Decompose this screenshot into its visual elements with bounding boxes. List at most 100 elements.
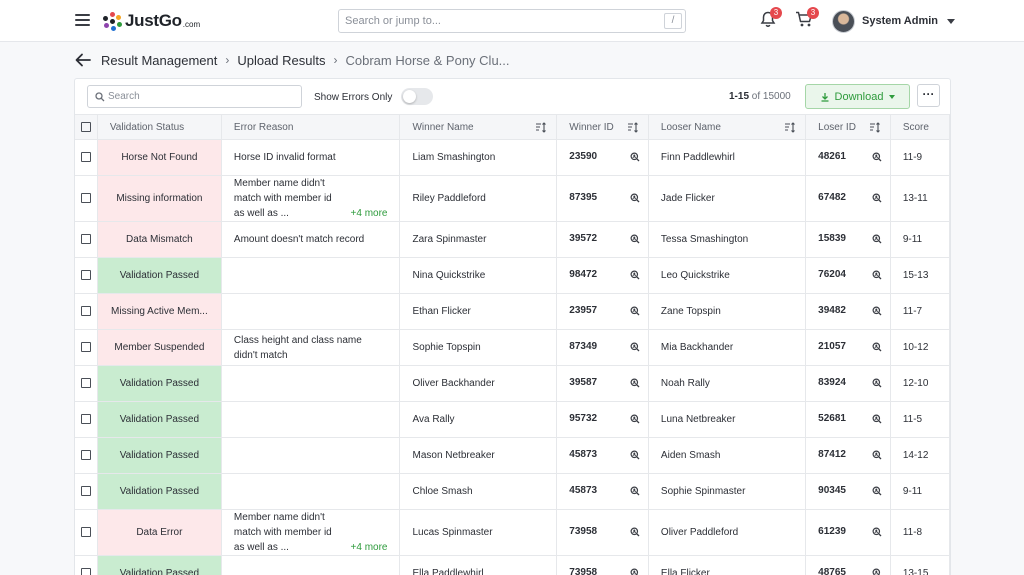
table-search[interactable] <box>87 85 302 108</box>
lookup-icon[interactable] <box>872 234 882 247</box>
winner-name: Ava Rally <box>412 414 455 425</box>
table-row[interactable]: Validation Passed Oliver Backhander 39587 N… <box>75 365 950 402</box>
table-row[interactable]: Missing information Member name didn't ma… <box>75 175 950 222</box>
loser-id: 76204 <box>818 268 846 280</box>
breadcrumb-upload-results[interactable]: Upload Results <box>237 53 325 68</box>
lookup-icon[interactable] <box>630 342 640 355</box>
row-checkbox[interactable] <box>81 414 91 425</box>
column-header[interactable]: Winner Name <box>399 114 558 140</box>
loser-name-cell: Mia Backhander <box>648 329 807 366</box>
loser-name-cell: Ella Flicker <box>648 555 807 575</box>
lookup-icon[interactable] <box>872 450 882 463</box>
show-errors-toggle[interactable] <box>401 88 433 105</box>
winner-name: Liam Smashington <box>412 152 496 163</box>
lookup-icon[interactable] <box>872 193 882 206</box>
lookup-icon[interactable] <box>630 306 640 319</box>
column-header[interactable]: Score <box>890 114 950 140</box>
row-checkbox[interactable] <box>81 568 91 575</box>
lookup-icon[interactable] <box>630 486 640 499</box>
user-menu[interactable]: System Admin <box>832 9 956 33</box>
global-search[interactable]: / <box>338 9 686 33</box>
loser-id: 48261 <box>818 150 846 162</box>
row-checkbox[interactable] <box>81 378 91 389</box>
logo[interactable]: JustGo .com <box>103 10 200 32</box>
winner-id: 23957 <box>569 304 598 316</box>
validation-status: Validation Passed <box>119 378 200 389</box>
sort-icon[interactable] <box>784 122 796 133</box>
row-checkbox[interactable] <box>81 527 91 538</box>
sort-icon[interactable] <box>627 122 639 133</box>
lookup-icon[interactable] <box>630 450 640 463</box>
row-checkbox[interactable] <box>81 193 91 204</box>
row-checkbox[interactable] <box>81 152 91 163</box>
column-header[interactable]: Loser ID <box>805 114 891 140</box>
lookup-icon[interactable] <box>630 378 640 391</box>
table-row[interactable]: Data Mismatch Amount doesn't match record… <box>75 221 950 258</box>
table-row[interactable]: Member Suspended Class height and class n… <box>75 329 950 366</box>
lookup-icon[interactable] <box>630 152 640 165</box>
winner-name: Riley Paddleford <box>412 193 486 204</box>
lookup-icon[interactable] <box>872 527 882 540</box>
table-row[interactable]: Data Error Member name didn't match with … <box>75 509 950 556</box>
row-checkbox[interactable] <box>81 450 91 461</box>
lookup-icon[interactable] <box>872 152 882 165</box>
lookup-icon[interactable] <box>630 414 640 427</box>
lookup-icon[interactable] <box>630 568 640 575</box>
column-header[interactable]: Looser Name <box>648 114 807 140</box>
breadcrumb-result-management[interactable]: Result Management <box>101 53 217 68</box>
row-checkbox[interactable] <box>81 342 91 353</box>
loser-name: Noah Rally <box>660 378 710 389</box>
loser-id-cell: 48261 <box>805 139 891 176</box>
lookup-icon[interactable] <box>872 414 882 427</box>
lookup-icon[interactable] <box>872 342 882 355</box>
lookup-icon[interactable] <box>872 270 882 283</box>
global-search-input[interactable] <box>339 10 639 32</box>
score-cell: 10-12 <box>890 329 950 366</box>
winner-id: 87395 <box>569 191 598 203</box>
score-cell: 11-8 <box>890 509 950 556</box>
loser-id: 67482 <box>818 191 846 203</box>
lookup-icon[interactable] <box>872 378 882 391</box>
error-reason-cell <box>221 257 401 294</box>
row-checkbox[interactable] <box>81 306 91 317</box>
table-row[interactable]: Validation Passed Ava Rally 95732 Luna Netb… <box>75 401 950 438</box>
sort-icon[interactable] <box>869 122 881 133</box>
row-checkbox[interactable] <box>81 270 91 281</box>
pagination-range: 1-15 of 15000 <box>729 91 791 102</box>
lookup-icon[interactable] <box>872 306 882 319</box>
cart-button[interactable]: 3 <box>795 7 819 33</box>
column-header[interactable]: Winner ID <box>556 114 649 140</box>
table-row[interactable]: Horse Not Found Horse ID invalid format Li… <box>75 139 950 176</box>
loser-id: 15839 <box>818 232 846 244</box>
lookup-icon[interactable] <box>630 193 640 206</box>
lookup-icon[interactable] <box>630 527 640 540</box>
score-cell: 11-7 <box>890 293 950 330</box>
table-row[interactable]: Validation Passed Nina Quickstrike 98472 Le… <box>75 257 950 294</box>
more-errors-link[interactable]: +4 more <box>351 540 388 555</box>
table-search-input[interactable] <box>108 86 293 107</box>
more-button[interactable]: ··· <box>917 84 940 107</box>
download-button[interactable]: Download <box>805 84 910 109</box>
lookup-icon[interactable] <box>872 568 882 575</box>
column-header[interactable]: Error Reason <box>221 114 401 140</box>
lookup-icon[interactable] <box>630 270 640 283</box>
row-checkbox-cell <box>75 257 98 294</box>
back-arrow-icon[interactable] <box>74 51 92 69</box>
table-row[interactable]: Validation Passed Mason Netbreaker 45873 Ai… <box>75 437 950 474</box>
table-row[interactable]: Missing Active Mem... Ethan Flicker 23957 Z… <box>75 293 950 330</box>
row-checkbox[interactable] <box>81 486 91 497</box>
column-header[interactable]: Validation Status <box>97 114 222 140</box>
sort-icon[interactable] <box>535 122 547 133</box>
row-checkbox[interactable] <box>81 234 91 245</box>
lookup-icon[interactable] <box>630 234 640 247</box>
table-row[interactable]: Validation Passed Chloe Smash 45873 Sophie … <box>75 473 950 510</box>
more-errors-link[interactable]: +4 more <box>351 206 388 221</box>
loser-id-cell: 15839 <box>805 221 891 258</box>
table-row[interactable]: Validation Passed Ella Paddlewhirl 73958 El… <box>75 555 950 575</box>
table-toolbar: Show Errors Only 1-15 of 15000 Download … <box>75 79 950 115</box>
notifications-button[interactable]: 3 <box>760 7 782 33</box>
lookup-icon[interactable] <box>872 486 882 499</box>
select-all-checkbox[interactable] <box>81 121 91 132</box>
menu-icon[interactable] <box>75 14 90 26</box>
winner-id: 39572 <box>569 232 598 244</box>
